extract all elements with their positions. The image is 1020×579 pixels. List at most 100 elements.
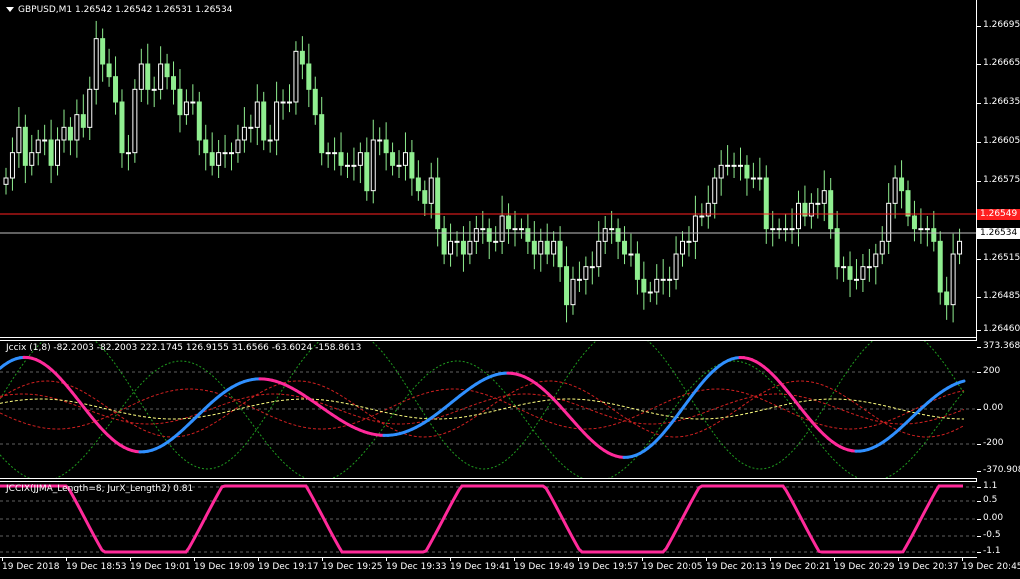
candle-body [538, 240, 544, 255]
candle-body [473, 228, 479, 242]
candle-body [602, 228, 608, 242]
candle-body [583, 266, 589, 280]
candle-body [183, 101, 189, 116]
jccix-axis-label: 373.3687 [983, 341, 1020, 351]
candle-body [731, 164, 737, 167]
jccix2-axis-tick [977, 536, 981, 537]
candle-body [312, 88, 318, 116]
candle-body [660, 278, 666, 281]
candle-body [454, 240, 460, 243]
candle-body [402, 152, 408, 166]
candle-body [248, 126, 254, 129]
candle-body [924, 228, 930, 231]
candle-body [216, 152, 222, 166]
time-axis-tick [322, 557, 323, 561]
candle-body [48, 139, 54, 166]
candle-body [87, 88, 93, 128]
candle-body [171, 76, 177, 90]
candle-body [409, 152, 415, 179]
candle-body [628, 253, 634, 256]
candle-body [931, 228, 937, 242]
candle-body [551, 240, 557, 255]
candle-body [467, 240, 473, 255]
candle-body [879, 240, 885, 255]
time-axis-tick [130, 557, 131, 561]
candle-body [145, 63, 151, 90]
candle-body [158, 63, 164, 90]
candle-body [718, 164, 724, 179]
candle-body [892, 177, 898, 204]
candle-body [821, 190, 827, 204]
jccix-axis-tick [977, 444, 981, 445]
price-axis-label: 1.26575 [983, 175, 1020, 185]
price-pane[interactable]: GBPUSD,M1 1.26542 1.26542 1.26531 1.2653… [0, 0, 977, 337]
candle-body [190, 101, 196, 104]
price-tag-white: 1.26534 [977, 228, 1020, 239]
candle-body [525, 228, 531, 242]
candle-body [80, 114, 86, 128]
candle-body [873, 253, 879, 268]
time-axis-tick [770, 557, 771, 561]
candle-body [480, 228, 486, 231]
pane-divider-2[interactable] [0, 478, 977, 479]
candle-body [957, 240, 963, 255]
candle-body [744, 164, 750, 179]
price-axis-label: 1.26460 [983, 324, 1020, 334]
candle-body [261, 101, 267, 141]
price-axis-label: 1.26485 [983, 291, 1020, 301]
candle-body [319, 114, 325, 154]
jccix-axis-label: 0.00 [983, 403, 1004, 413]
jccix-pane[interactable]: Jccix (1,8) -82.2003 -82.2003 222.1745 1… [0, 341, 977, 478]
time-axis-tick [66, 557, 67, 561]
jccix-axis-label: -200 [983, 438, 1004, 448]
time-axis-label: 19 Dec 20:45 [962, 562, 1020, 572]
candle-body [911, 215, 917, 230]
candle-body [512, 228, 518, 231]
candlestick-chart [0, 20, 977, 323]
price-axis-label: 1.26665 [983, 58, 1020, 68]
jccix2-axis-tick [977, 501, 981, 502]
candle-body [74, 114, 80, 141]
candle-body [853, 278, 859, 281]
candle-body [460, 240, 466, 255]
candle-body [847, 266, 853, 280]
candle-body [866, 266, 872, 269]
price-axis-tick [977, 103, 981, 104]
jccix2-axis-label: -1.1 [983, 546, 1001, 556]
candle-body [338, 152, 344, 166]
candle-body [209, 152, 215, 166]
candle-body [905, 190, 911, 217]
pane-divider-1[interactable] [0, 337, 977, 338]
time-axis-tick [642, 557, 643, 561]
candle-body [100, 38, 106, 65]
time-axis-tick [194, 557, 195, 561]
time-axis-tick [834, 557, 835, 561]
candle-body [680, 240, 686, 255]
candle-body [770, 228, 776, 231]
price-axis-tick [977, 259, 981, 260]
jccix2-axis-tick [977, 552, 981, 553]
candle-body [428, 177, 434, 204]
jccix-band-lower [0, 360, 965, 478]
time-axis-label: 19 Dec 19:25 [322, 562, 383, 572]
candle-body [254, 101, 260, 128]
jccix-band-upper [0, 341, 965, 470]
candle-body [622, 240, 628, 255]
candle-body [435, 177, 441, 230]
jccix2-axis-tick [977, 519, 981, 520]
candle-body [241, 126, 247, 141]
candle-body [390, 152, 396, 166]
time-axis-label: 19 Dec 20:13 [706, 562, 767, 572]
candle-body [564, 266, 570, 306]
candle-body [332, 152, 338, 155]
jccix-axis-tick [977, 409, 981, 410]
triangle-down-icon[interactable] [6, 7, 14, 12]
candle-body [692, 215, 698, 242]
candle-body [151, 88, 157, 91]
candle-body [789, 228, 795, 231]
time-axis-label: 19 Dec 19:17 [258, 562, 319, 572]
jccix2-axis-label: 0.00 [983, 513, 1004, 523]
time-axis-label: 19 Dec 18:53 [66, 562, 127, 572]
jccix2-axis-tick [977, 487, 981, 488]
jccix2-pane[interactable]: JCCIX(JJMA_Length=8, JurX_Length2) 0.81 [0, 482, 977, 557]
